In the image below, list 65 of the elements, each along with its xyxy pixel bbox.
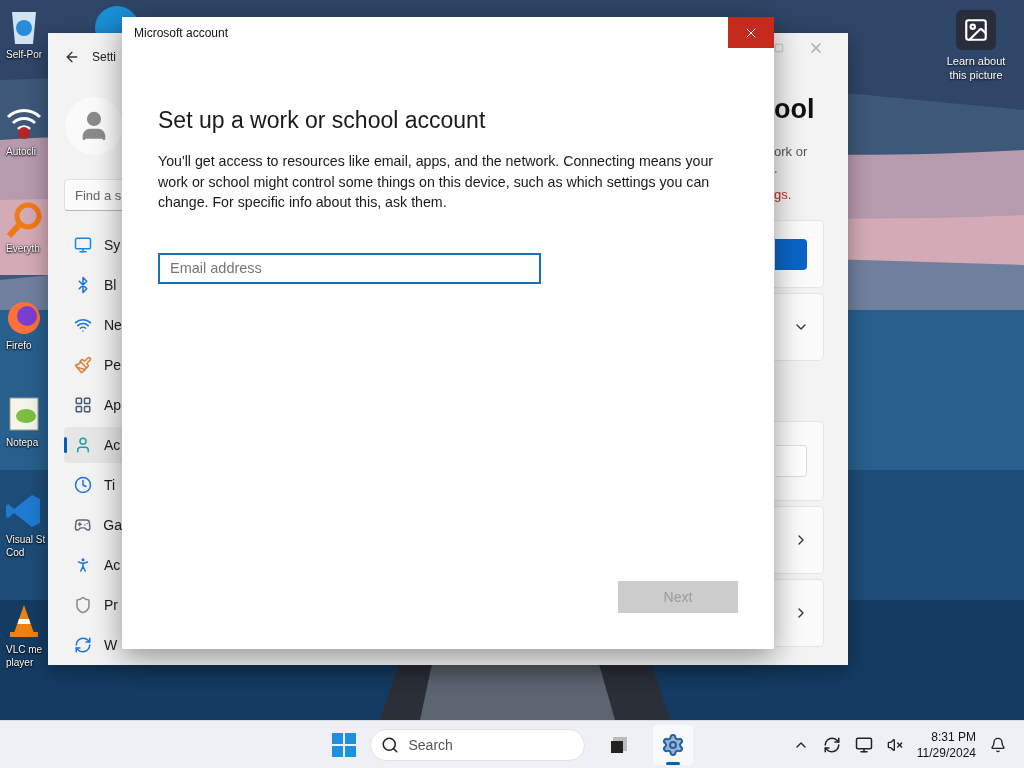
- magnifier-icon: [4, 200, 44, 240]
- shield-icon: [74, 596, 92, 614]
- input-field[interactable]: [776, 445, 807, 477]
- primary-button[interactable]: [775, 238, 807, 270]
- gamepad-icon: [74, 516, 92, 534]
- nav-item[interactable]: Ti: [64, 467, 122, 503]
- nav-item[interactable]: Pr: [64, 587, 122, 623]
- nav-item[interactable]: Ac: [64, 547, 122, 583]
- nav-label: W: [104, 637, 118, 653]
- warning-link[interactable]: gs.: [774, 187, 824, 202]
- gear-icon: [660, 732, 685, 757]
- nav-label: Pr: [104, 597, 118, 613]
- page-heading: ool: [774, 93, 816, 125]
- bell-icon[interactable]: [990, 736, 1006, 753]
- nav-item[interactable]: Ap: [64, 387, 122, 423]
- nav-item[interactable]: Bl: [64, 267, 122, 303]
- dialog-title: Microsoft account: [134, 25, 229, 40]
- window-title: Setti: [92, 50, 116, 64]
- nav-label: Ac: [104, 437, 121, 453]
- monitor-icon[interactable]: [854, 735, 873, 754]
- clock-icon: [74, 476, 92, 494]
- nav-label: Ga: [103, 517, 122, 533]
- start-icon[interactable]: [331, 732, 356, 757]
- update-icon: [74, 636, 92, 654]
- desktop-icon-label[interactable]: VLC me player: [4, 643, 43, 669]
- nav-item[interactable]: Ac: [64, 427, 122, 463]
- nav-label: Pe: [104, 357, 122, 373]
- nav-item[interactable]: W: [64, 627, 122, 663]
- desktop-icon-label[interactable]: Self-Por: [4, 48, 43, 61]
- nav-label: Ne: [104, 317, 122, 333]
- monitor-icon: [74, 236, 92, 254]
- nav-label: Ti: [104, 477, 116, 493]
- nav-item[interactable]: Ne: [64, 307, 122, 343]
- search-field[interactable]: Find a s: [64, 179, 122, 211]
- taskbar-app[interactable]: [652, 724, 693, 765]
- clock[interactable]: 8:31 PM 11/29/2024: [916, 728, 976, 761]
- email-field[interactable]: Email address: [158, 252, 541, 284]
- task-view-icon: [608, 734, 629, 755]
- apps-icon: [74, 396, 92, 414]
- desktop-icon-label[interactable]: Firefo: [4, 339, 32, 352]
- description-text: ork or: [774, 143, 809, 160]
- wifi-icon: [74, 316, 92, 334]
- nav-item[interactable]: Ga: [64, 507, 122, 543]
- time-text: 8:31 PM: [931, 728, 976, 745]
- sync-icon[interactable]: [822, 735, 841, 754]
- desktop-icon-label[interactable]: Visual St Cod: [4, 533, 46, 559]
- dialog-heading: Set up a work or school account: [158, 106, 487, 135]
- back-icon[interactable]: [64, 49, 80, 65]
- paintbrush-icon: [74, 356, 92, 374]
- desktop-icon-label[interactable]: Notepa: [4, 436, 39, 449]
- search-icon: [380, 735, 399, 754]
- description-text: .: [774, 160, 779, 177]
- picture-info-icon[interactable]: [956, 10, 996, 50]
- nav-label: Bl: [104, 277, 117, 293]
- nav-label: Ap: [104, 397, 122, 413]
- person-icon: [74, 436, 92, 454]
- picture-info-label[interactable]: Learn about this picture: [940, 54, 1012, 82]
- nav-item[interactable]: Sy: [64, 227, 122, 263]
- taskbar-search[interactable]: Search: [369, 728, 585, 761]
- muted-speaker-icon[interactable]: [886, 736, 903, 753]
- date-text: 11/29/2024: [916, 744, 976, 761]
- nav-label: Sy: [104, 237, 121, 253]
- nav-item[interactable]: Pe: [64, 347, 122, 383]
- nav-label: Ac: [104, 557, 121, 573]
- dialog-description: You'll get access to resources like email, apps, and the network. Connecting means your work or school might control some things on this device, such as which settings you can change. For specific info about this, ask them.: [158, 152, 714, 212]
